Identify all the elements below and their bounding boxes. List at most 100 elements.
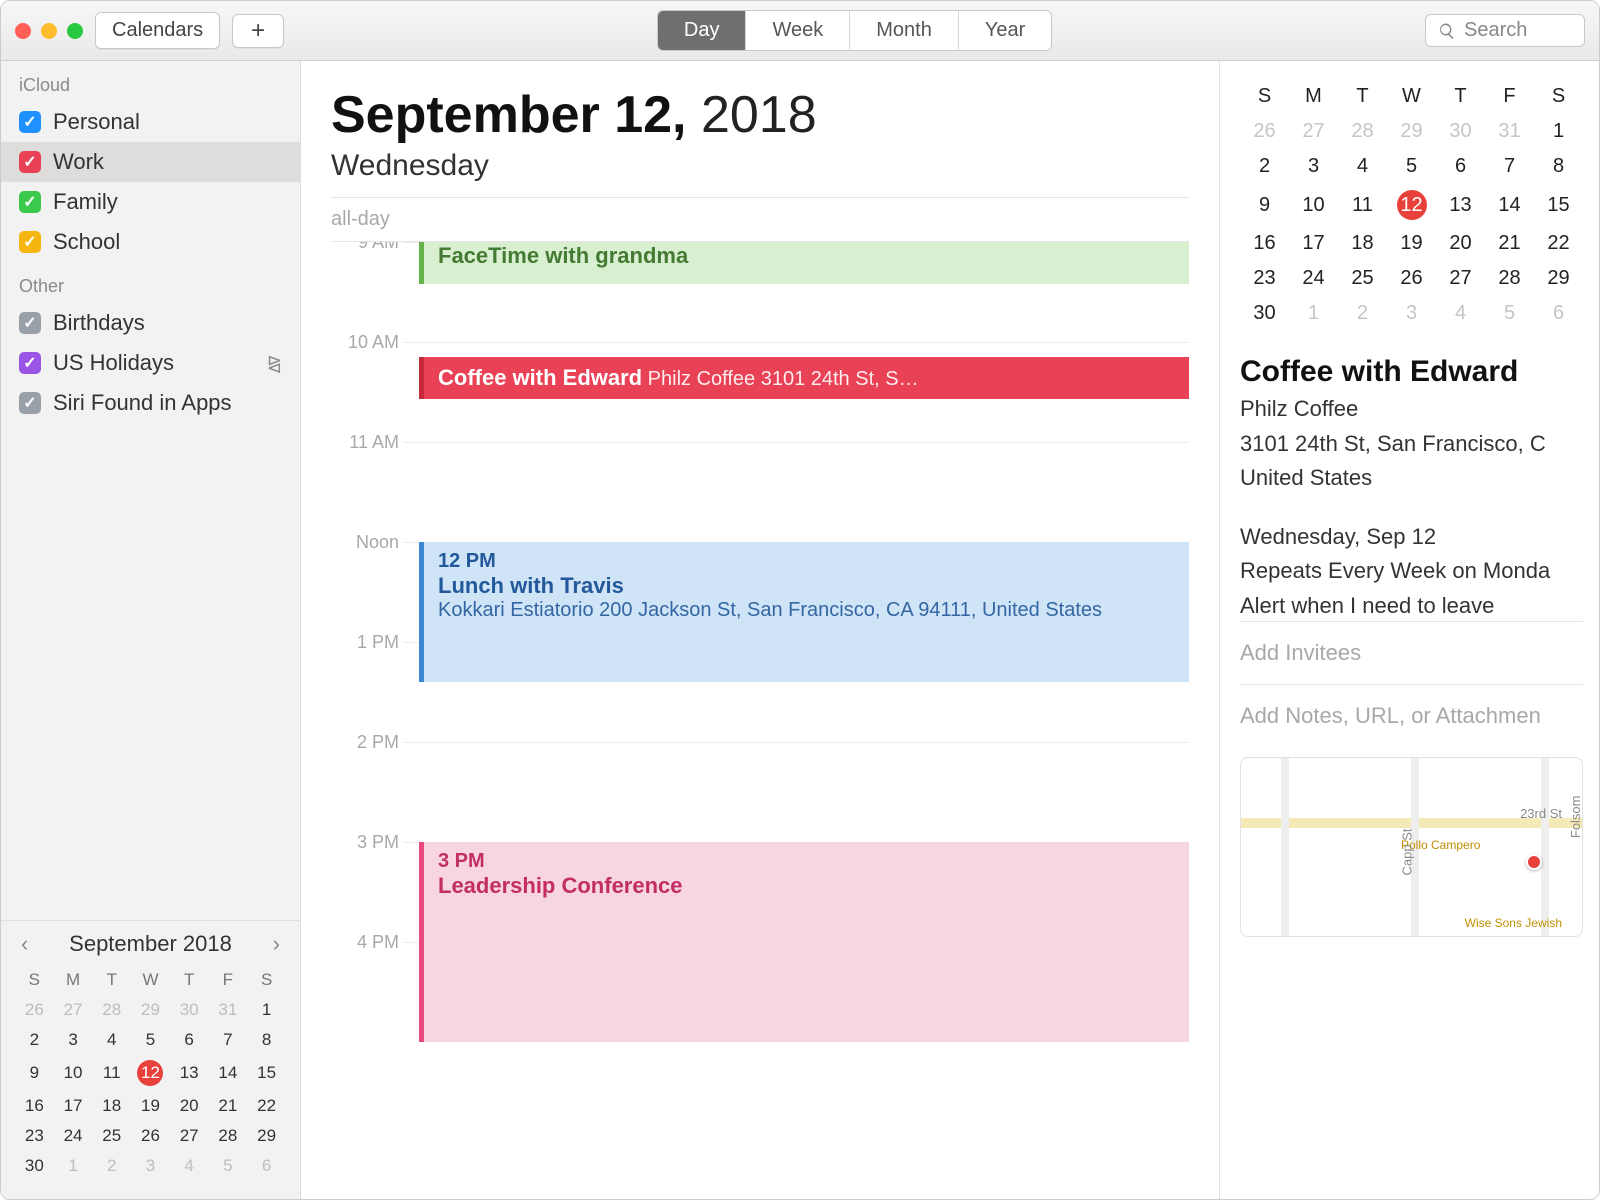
mini-day[interactable]: 5 (131, 1025, 170, 1055)
mini-prev-icon[interactable]: ‹ (15, 931, 34, 957)
mini-day[interactable]: 6 (1534, 296, 1583, 331)
mini-day[interactable]: 13 (170, 1055, 209, 1091)
calendar-item-birthdays[interactable]: Birthdays (1, 303, 300, 343)
mini-day[interactable]: 3 (1387, 296, 1436, 331)
mini-day[interactable]: 27 (54, 995, 93, 1025)
mini-day[interactable]: 9 (15, 1055, 54, 1091)
calendars-button[interactable]: Calendars (95, 12, 220, 49)
mini-day[interactable]: 2 (1240, 149, 1289, 184)
mini-day[interactable]: 28 (1338, 114, 1387, 149)
mini-day[interactable]: 30 (1240, 296, 1289, 331)
mini-day[interactable]: 11 (1338, 184, 1387, 226)
mini-day[interactable]: 8 (1534, 149, 1583, 184)
mini-day[interactable]: 14 (209, 1055, 248, 1091)
mini-day[interactable]: 29 (1387, 114, 1436, 149)
mini-day[interactable]: 15 (1534, 184, 1583, 226)
view-segmented-control[interactable]: DayWeekMonthYear (657, 10, 1052, 51)
mini-day[interactable]: 25 (92, 1121, 131, 1151)
mini-day[interactable]: 15 (247, 1055, 286, 1091)
mini-day[interactable]: 29 (1534, 261, 1583, 296)
mini-day[interactable]: 26 (15, 995, 54, 1025)
mini-day[interactable]: 28 (209, 1121, 248, 1151)
mini-day[interactable]: 2 (1338, 296, 1387, 331)
calendar-item-personal[interactable]: Personal (1, 102, 300, 142)
mini-day[interactable]: 21 (209, 1091, 248, 1121)
mini-day[interactable]: 6 (170, 1025, 209, 1055)
calendar-item-family[interactable]: Family (1, 182, 300, 222)
checkbox-icon[interactable] (19, 231, 41, 253)
mini-day[interactable]: 26 (131, 1121, 170, 1151)
mini-day[interactable]: 22 (247, 1091, 286, 1121)
mini-day[interactable]: 1 (54, 1151, 93, 1181)
minimize-icon[interactable] (41, 23, 57, 39)
mini-day[interactable]: 30 (1436, 114, 1485, 149)
search-field[interactable]: Search (1425, 14, 1585, 47)
mini-day[interactable]: 2 (15, 1025, 54, 1055)
mini-day[interactable]: 1 (1289, 296, 1338, 331)
mini-day[interactable]: 20 (1436, 226, 1485, 261)
mini-day[interactable]: 12 (1387, 184, 1436, 226)
mini-day[interactable]: 16 (15, 1091, 54, 1121)
event-block[interactable]: 12 PMLunch with TravisKokkari Estiatorio… (419, 542, 1189, 682)
mini-day[interactable]: 24 (54, 1121, 93, 1151)
mini-day[interactable]: 26 (1240, 114, 1289, 149)
mini-day[interactable]: 8 (247, 1025, 286, 1055)
mini-day[interactable]: 9 (1240, 184, 1289, 226)
mini-day[interactable]: 6 (1436, 149, 1485, 184)
checkbox-icon[interactable] (19, 392, 41, 414)
checkbox-icon[interactable] (19, 151, 41, 173)
add-invitees-field[interactable]: Add Invitees (1240, 621, 1583, 684)
mini-day[interactable]: 27 (1436, 261, 1485, 296)
mini-day[interactable]: 22 (1534, 226, 1583, 261)
view-day[interactable]: Day (658, 11, 747, 50)
mini-day[interactable]: 5 (209, 1151, 248, 1181)
mini-day[interactable]: 1 (1534, 114, 1583, 149)
close-icon[interactable] (15, 23, 31, 39)
mini-day[interactable]: 29 (131, 995, 170, 1025)
mini-day[interactable]: 17 (1289, 226, 1338, 261)
timeline[interactable]: 9 AM10 AM11 AMNoon1 PM2 PM3 PM4 PM 8:30 … (301, 242, 1219, 1199)
mini-day[interactable]: 21 (1485, 226, 1534, 261)
mini-day[interactable]: 26 (1387, 261, 1436, 296)
mini-day[interactable]: 1 (247, 995, 286, 1025)
event-block[interactable]: 3 PMLeadership Conference (419, 842, 1189, 1042)
event-title[interactable]: Coffee with Edward (1240, 355, 1583, 389)
sidebar-mini-calendar[interactable]: ‹ September 2018 › SMTWTFS26272829303112… (1, 920, 300, 1199)
event-block[interactable]: 8:30 AMFaceTime with grandma (419, 242, 1189, 284)
view-week[interactable]: Week (746, 11, 850, 50)
mini-day[interactable]: 19 (1387, 226, 1436, 261)
mini-day[interactable]: 29 (247, 1121, 286, 1151)
mini-day[interactable]: 24 (1289, 261, 1338, 296)
mini-day[interactable]: 4 (92, 1025, 131, 1055)
mini-day[interactable]: 3 (131, 1151, 170, 1181)
calendar-item-school[interactable]: School (1, 222, 300, 262)
mini-day[interactable]: 12 (131, 1055, 170, 1091)
mini-day[interactable]: 13 (1436, 184, 1485, 226)
checkbox-icon[interactable] (19, 352, 41, 374)
add-notes-field[interactable]: Add Notes, URL, or Attachmen (1240, 684, 1583, 747)
mini-day[interactable]: 18 (1338, 226, 1387, 261)
mini-day[interactable]: 2 (92, 1151, 131, 1181)
mini-day[interactable]: 25 (1338, 261, 1387, 296)
mini-day[interactable]: 7 (209, 1025, 248, 1055)
mini-day[interactable]: 5 (1485, 296, 1534, 331)
event-block[interactable]: Coffee with Edward Philz Coffee 3101 24t… (419, 357, 1189, 399)
mini-day[interactable]: 19 (131, 1091, 170, 1121)
mini-day[interactable]: 17 (54, 1091, 93, 1121)
mini-day[interactable]: 4 (170, 1151, 209, 1181)
mini-day[interactable]: 23 (15, 1121, 54, 1151)
mini-day[interactable]: 7 (1485, 149, 1534, 184)
mini-day[interactable]: 14 (1485, 184, 1534, 226)
calendar-item-siri-found-in-apps[interactable]: Siri Found in Apps (1, 383, 300, 423)
mini-day[interactable]: 4 (1436, 296, 1485, 331)
mini-day[interactable]: 27 (1289, 114, 1338, 149)
view-month[interactable]: Month (850, 11, 959, 50)
mini-next-icon[interactable]: › (267, 931, 286, 957)
mini-day[interactable]: 28 (1485, 261, 1534, 296)
mini-day[interactable]: 23 (1240, 261, 1289, 296)
mini-day[interactable]: 4 (1338, 149, 1387, 184)
checkbox-icon[interactable] (19, 191, 41, 213)
view-year[interactable]: Year (959, 11, 1051, 50)
add-event-button[interactable]: + (232, 14, 284, 48)
mini-day[interactable]: 11 (92, 1055, 131, 1091)
